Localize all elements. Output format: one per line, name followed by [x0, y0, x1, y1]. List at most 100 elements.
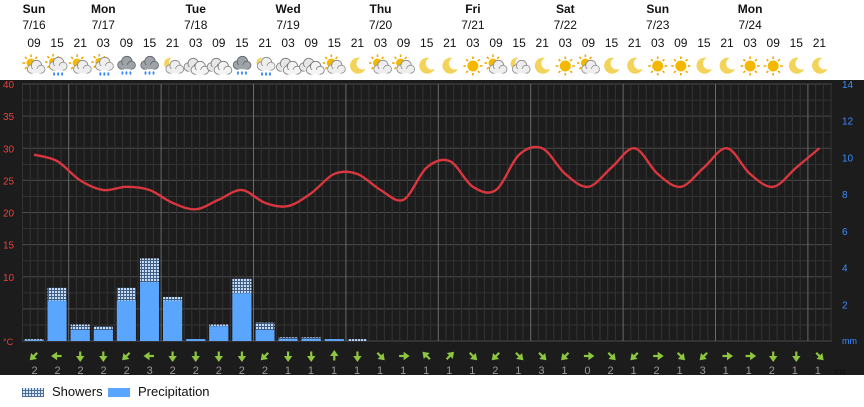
- wind-speed: 1: [446, 365, 452, 375]
- date-label: 7/21: [461, 18, 485, 32]
- moon-icon: [350, 57, 366, 74]
- precipitation-bar: [324, 339, 344, 341]
- rain-drop: [61, 72, 64, 76]
- sun-ray: [685, 70, 689, 74]
- day-label: Mon: [738, 2, 763, 16]
- sun-ray: [569, 70, 573, 74]
- sun-ray: [394, 56, 397, 60]
- hour-label: 09: [212, 36, 226, 50]
- rain-drop: [244, 71, 247, 75]
- hour-label: 15: [328, 36, 342, 50]
- wind-speed: 1: [561, 365, 567, 375]
- moon-shape: [788, 57, 805, 74]
- wind-speed: 1: [792, 365, 798, 375]
- precipitation-bar: [278, 339, 298, 341]
- moon-icon: [604, 57, 620, 74]
- hour-label: 15: [697, 36, 711, 50]
- hour-label: 21: [813, 36, 827, 50]
- moon-icon: [788, 57, 805, 74]
- sun-ray: [578, 56, 582, 60]
- hour-label: 09: [674, 36, 688, 50]
- wind-speed: 0: [584, 365, 590, 375]
- sun-ray: [765, 58, 769, 62]
- moon-icon: [419, 57, 435, 74]
- sun-icon: [671, 56, 691, 76]
- moon-shape: [419, 57, 435, 74]
- hour-label: 21: [536, 36, 550, 50]
- sun-ray: [662, 70, 665, 74]
- cloud-rain-icon: [140, 55, 159, 75]
- sun-ray: [324, 56, 328, 60]
- y-left-tick: 15: [3, 241, 15, 252]
- y-right-tick: 2: [842, 300, 848, 311]
- moon-cloud-icon: [164, 57, 185, 74]
- sun-cloud-icon: [576, 54, 600, 74]
- sun-ray: [650, 70, 654, 74]
- wind-speed: 2: [101, 365, 107, 375]
- sun-cloud-icon: [484, 54, 508, 74]
- hour-label: 03: [97, 36, 111, 50]
- sun-ray: [465, 70, 469, 74]
- moon-shape: [604, 57, 620, 74]
- cloud-base: [516, 69, 527, 74]
- cloud-shape: [117, 55, 136, 70]
- legend-showers: Showers: [22, 384, 103, 400]
- precipitation-bar: [70, 329, 90, 341]
- sun-disc: [675, 60, 687, 72]
- hour-label: 03: [559, 36, 573, 50]
- wind-speed: 3: [147, 365, 153, 375]
- sun-ray: [673, 58, 677, 62]
- sun-ray: [324, 66, 328, 70]
- hour-label: 15: [605, 36, 619, 50]
- moon-shape: [350, 57, 366, 74]
- moon-shape: [442, 57, 458, 74]
- y-right-unit: mm: [842, 336, 857, 346]
- sun-ray: [46, 55, 50, 59]
- cloud-icon: [299, 57, 325, 75]
- sun-ray: [404, 56, 408, 60]
- wind-speed: 1: [630, 365, 636, 375]
- hour-label: 09: [489, 36, 503, 50]
- weather-forecast-widget: Sun 7/16 Mon 7/17 Tue 7/18 Wed 7/19 Thu 7/20 Fri 7/…: [0, 0, 864, 407]
- sun-ray: [486, 66, 490, 70]
- rain-drop: [265, 72, 267, 76]
- hour-label: 03: [374, 36, 388, 50]
- y-right-tick: 4: [842, 264, 848, 275]
- hour-label: 15: [512, 36, 526, 50]
- wind-speed: 2: [54, 365, 60, 375]
- cloud-base: [585, 69, 596, 74]
- cloud-rain-icon: [117, 55, 136, 75]
- sun-ray: [24, 66, 28, 70]
- rain-drop: [236, 71, 239, 75]
- moon-shape: [812, 57, 828, 74]
- sun-icon: [763, 56, 783, 76]
- sun-ray: [673, 70, 677, 74]
- sun-icon: [648, 56, 668, 76]
- cloud-base: [493, 69, 503, 74]
- hour-label: 09: [767, 36, 781, 50]
- y-left-tick: 40: [3, 80, 15, 91]
- hour-label: 09: [397, 36, 411, 50]
- showers-bar: [347, 339, 367, 341]
- y-right-tick: 6: [842, 227, 848, 238]
- hour-label: 21: [628, 36, 642, 50]
- cloud-base: [331, 69, 342, 74]
- wind-speed: 2: [193, 365, 199, 375]
- moon-icon: [696, 57, 712, 74]
- rain-drop: [269, 72, 271, 76]
- sun-ray: [777, 58, 781, 62]
- wind-speed: 2: [124, 365, 130, 375]
- date-label: 7/23: [646, 18, 670, 32]
- day-label: Mon: [91, 2, 116, 16]
- rain-drop: [240, 71, 243, 75]
- wind-speed: 3: [700, 365, 706, 375]
- hour-label: 03: [281, 36, 295, 50]
- precipitation-bar: [140, 282, 159, 341]
- y-left-tick: 35: [3, 112, 15, 123]
- wind-speed: 1: [815, 365, 821, 375]
- hour-label: 21: [166, 36, 180, 50]
- sun-ray: [370, 56, 374, 60]
- precipitation-bar: [163, 300, 183, 341]
- wind-speed: 2: [78, 365, 84, 375]
- rain-drop: [107, 72, 110, 76]
